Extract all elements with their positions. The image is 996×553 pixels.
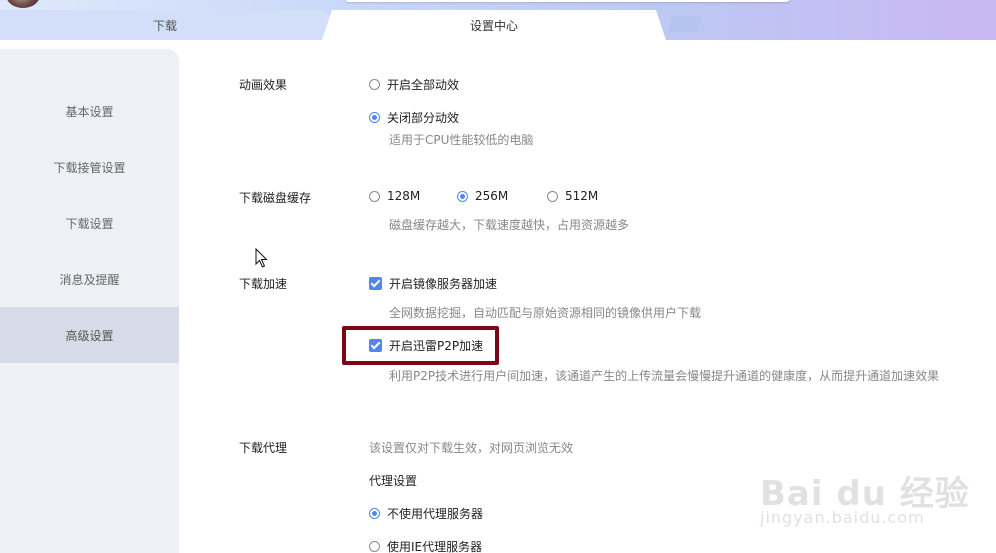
watermark-url: jingyan.baidu.com [760, 508, 925, 527]
sidebar-item-label: 基本设置 [65, 104, 114, 119]
disk-cache-label: 下载磁盘缓存 [239, 191, 312, 205]
title-bar: 下载 设置中心 [0, 0, 996, 40]
radio-ie-proxy[interactable]: 使用IE代理服务器 [369, 538, 482, 553]
option-label: 不使用代理服务器 [387, 507, 484, 521]
checkbox-checked-icon [369, 277, 382, 290]
sidebar-item-label: 下载接管设置 [53, 160, 126, 175]
radio-disable-some-animations[interactable]: 关闭部分动效 [369, 109, 459, 126]
sidebar-item-download[interactable]: 下载设置 [0, 195, 179, 251]
option-label: 512M [565, 189, 599, 203]
sidebar-item-download-takeover[interactable]: 下载接管设置 [0, 139, 179, 195]
tab-settings-center[interactable]: 设置中心 [322, 10, 666, 40]
disk-cache-hint: 磁盘缓存越大，下载速度越快，占用资源越多 [389, 218, 630, 232]
radio-icon [369, 79, 380, 90]
radio-icon [369, 541, 380, 552]
sidebar-item-label: 下载设置 [65, 216, 114, 231]
animation-hint: 适用于CPU性能较低的电脑 [389, 133, 534, 147]
sidebar-item-notifications[interactable]: 消息及提醒 [0, 251, 179, 307]
sidebar-item-label: 高级设置 [65, 328, 114, 343]
option-label: 使用IE代理服务器 [387, 540, 483, 553]
radio-cache-256m[interactable]: 256M [457, 189, 508, 203]
sidebar-item-advanced[interactable]: 高级设置 [0, 307, 179, 363]
p2p-acceleration-hint: 利用P2P技术进行用户间加速，该通道产生的上传流量会慢慢提升通道的健康度，从而提… [389, 369, 940, 383]
checkbox-mirror-acceleration[interactable]: 开启镜像服务器加速 [369, 275, 497, 292]
option-label: 开启镜像服务器加速 [389, 277, 498, 291]
proxy-hint: 该设置仅对下载生效，对网页浏览无效 [369, 441, 574, 455]
tab-download-label: 下载 [152, 18, 177, 33]
acceleration-label: 下载加速 [239, 277, 288, 291]
checkbox-checked-icon [369, 339, 382, 352]
settings-sidebar: 基本设置 下载接管设置 下载设置 消息及提醒 高级设置 [0, 49, 179, 553]
checkbox-p2p-acceleration[interactable]: 开启迅雷P2P加速 [369, 337, 483, 354]
radio-enable-all-animations[interactable]: 开启全部动效 [369, 76, 459, 93]
avatar[interactable] [6, 0, 40, 8]
search-bar[interactable] [345, 0, 790, 2]
sidebar-item-basic[interactable]: 基本设置 [0, 83, 179, 139]
option-label: 开启迅雷P2P加速 [389, 339, 484, 353]
option-label: 128M [387, 189, 421, 203]
radio-selected-icon [457, 190, 468, 202]
animation-label: 动画效果 [239, 78, 288, 92]
sidebar-item-label: 消息及提醒 [59, 272, 120, 287]
proxy-settings-title: 代理设置 [369, 474, 418, 488]
baidu-jingyan-watermark: Bai du 经验 jingyan.baidu.com [760, 466, 996, 536]
option-label: 关闭部分动效 [387, 111, 460, 125]
radio-cache-512m[interactable]: 512M [547, 189, 598, 203]
radio-icon [369, 190, 380, 202]
tab-settings-label: 设置中心 [469, 18, 518, 33]
mirror-acceleration-hint: 全网数据挖掘，自动匹配与原始资源相同的镜像供用户下载 [389, 306, 702, 320]
new-tab-button[interactable] [667, 16, 703, 32]
mouse-cursor-icon [255, 248, 268, 268]
radio-cache-128m[interactable]: 128M [369, 189, 420, 203]
tab-download[interactable]: 下载 [0, 10, 330, 40]
radio-no-proxy[interactable]: 不使用代理服务器 [369, 505, 483, 522]
option-label: 256M [475, 189, 509, 203]
proxy-label: 下载代理 [239, 441, 288, 455]
radio-selected-icon [369, 112, 380, 123]
radio-icon [547, 190, 558, 202]
radio-selected-icon [369, 508, 380, 519]
option-label: 开启全部动效 [387, 78, 460, 92]
